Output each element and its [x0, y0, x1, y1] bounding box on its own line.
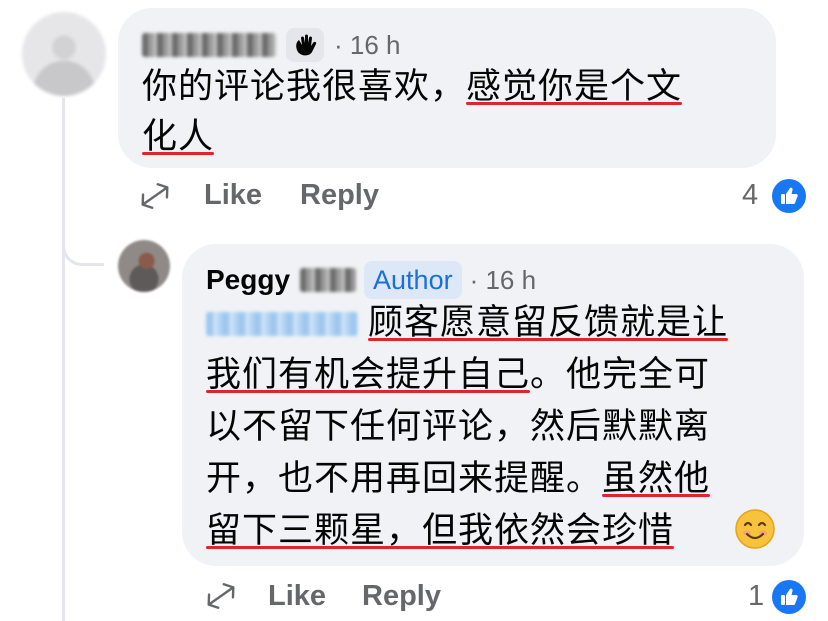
- avatar[interactable]: [22, 12, 106, 96]
- reply-text: 开，也不用再回来提醒。: [206, 459, 603, 499]
- author-name-redacted[interactable]: [142, 33, 276, 57]
- highlighted-text: 留下三颗星，但我依然会珍惜: [206, 511, 675, 551]
- thumbs-up-icon[interactable]: [772, 179, 806, 213]
- highlighted-text: 虽然他: [602, 459, 711, 499]
- highlighted-text: 化人: [142, 117, 215, 157]
- thumbs-up-icon[interactable]: [772, 580, 806, 614]
- avatar[interactable]: [118, 240, 170, 292]
- highlighted-text: 顾客愿意留反馈就是让: [368, 303, 729, 343]
- reply-text-line: 开，也不用再回来提醒。虽然他: [206, 454, 710, 504]
- comment-text-line: 化人: [142, 112, 214, 162]
- reply-button[interactable]: Reply: [362, 580, 441, 613]
- reply-text-line: 顾客愿意留反馈就是让: [206, 298, 728, 348]
- smiling-face-icon: [734, 508, 776, 550]
- reply-text-line: 以不留下任何评论，然后默默离: [206, 402, 710, 452]
- author-name[interactable]: Peggy: [206, 264, 290, 296]
- thread-connector: [62, 226, 104, 266]
- mentioned-user-redacted[interactable]: [206, 312, 358, 336]
- like-count[interactable]: 4: [742, 179, 758, 212]
- highlighted-text: 感觉你是个文: [466, 67, 683, 107]
- wave-hand-icon: [286, 28, 324, 62]
- reply-text-line: 留下三颗星，但我依然会珍惜: [206, 506, 674, 556]
- timestamp[interactable]: · 16 h: [470, 265, 537, 296]
- like-count[interactable]: 1: [748, 580, 764, 613]
- author-badge: Author: [364, 261, 462, 299]
- share-icon[interactable]: [202, 578, 240, 614]
- reply-text: 。他完全可: [530, 355, 711, 395]
- reply-meta: Peggy Author · 16 h: [206, 260, 536, 300]
- like-button[interactable]: Like: [268, 580, 326, 613]
- reply-button[interactable]: Reply: [300, 179, 379, 212]
- timestamp[interactable]: · 16 h: [334, 30, 401, 61]
- comment-text: 你的评论我很喜欢，: [142, 67, 467, 107]
- reply-text: 以不留下任何评论，然后默默离: [206, 407, 711, 447]
- like-button[interactable]: Like: [204, 179, 262, 212]
- reply-text-line: 我们有机会提升自己。他完全可: [206, 350, 710, 400]
- comment-meta: · 16 h: [142, 26, 401, 64]
- thread-line: [62, 98, 65, 621]
- author-surname-redacted: [300, 268, 357, 292]
- comment-text-line: 你的评论我很喜欢，感觉你是个文: [142, 62, 682, 112]
- share-icon[interactable]: [136, 178, 174, 214]
- highlighted-text: 我们有机会提升自己: [206, 355, 531, 395]
